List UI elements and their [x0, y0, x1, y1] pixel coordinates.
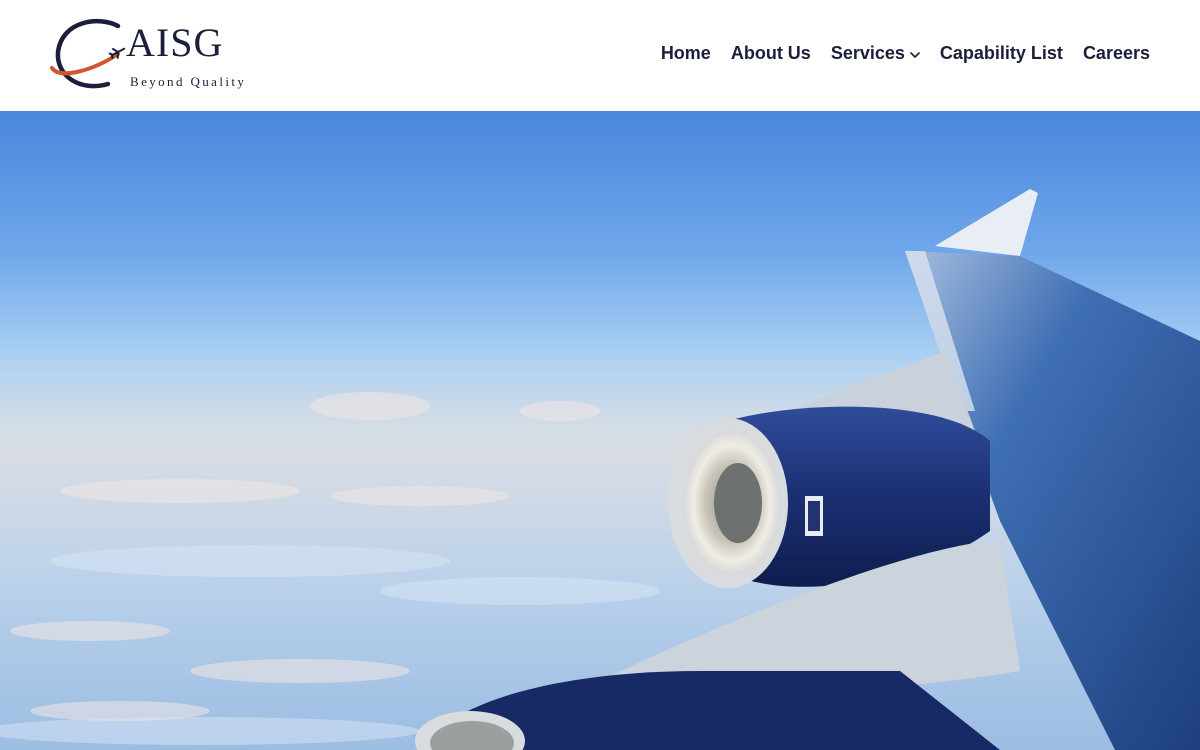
logo-tagline: Beyond Quality	[130, 74, 247, 89]
nav-item-home[interactable]: Home	[661, 43, 711, 64]
main-nav: Home About Us Services Capability List C…	[641, 43, 1150, 64]
hero-image	[0, 111, 1200, 750]
nav-item-careers[interactable]: Careers	[1083, 43, 1150, 64]
logo[interactable]: AISG Beyond Quality	[48, 18, 268, 94]
nav-item-services[interactable]: Services	[831, 43, 920, 64]
airplane-wing-photo	[0, 189, 1200, 750]
nav-item-label: Home	[660, 43, 711, 63]
nav-item-label: Careers	[1082, 43, 1150, 63]
nav-item-about-us[interactable]: About Us	[731, 43, 811, 64]
nav-item-label: Services	[830, 43, 905, 63]
nav-item-label: Capability List	[939, 43, 1063, 63]
chevron-down-icon	[910, 51, 920, 58]
logo-wordmark: AISG	[126, 20, 224, 65]
nav-item-capability-list[interactable]: Capability List	[940, 43, 1063, 64]
nav-item-label: About Us	[730, 43, 811, 63]
site-header: AISG Beyond Quality Home About Us Servic…	[0, 0, 1200, 111]
orbit-with-airplane-icon	[50, 18, 126, 89]
